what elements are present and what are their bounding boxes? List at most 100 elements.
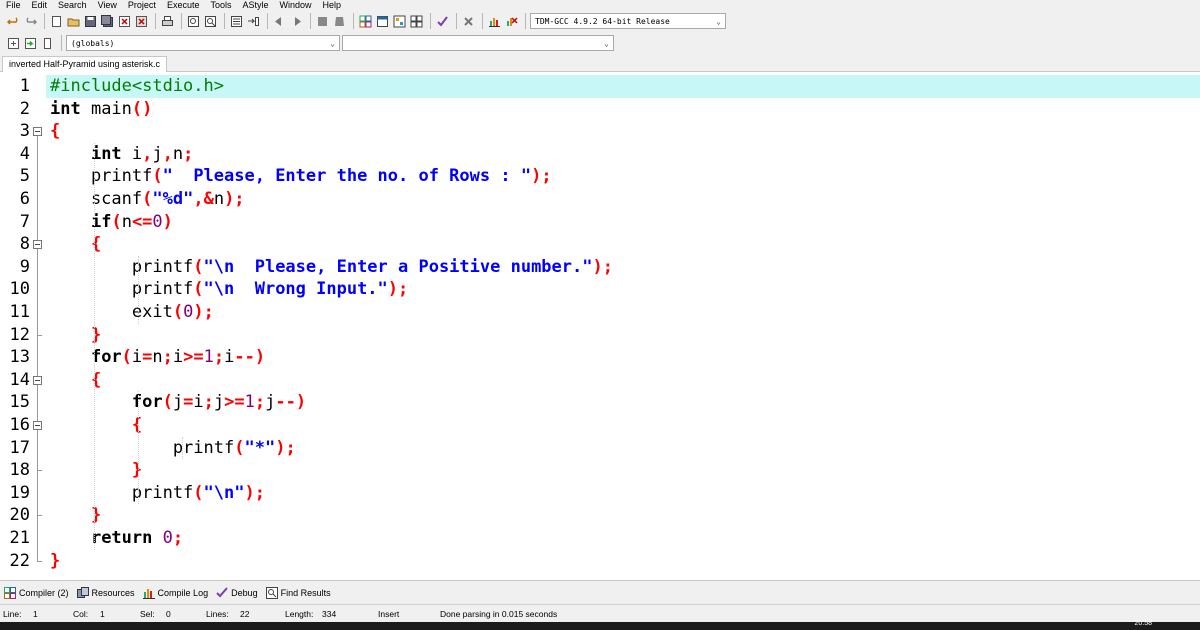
code-token: i [172,347,184,368]
code-token: 0 [183,302,194,322]
resources-icon [76,586,89,599]
code-token: 0 [162,528,173,548]
save-all-icon[interactable] [100,14,115,29]
code-token: ); [387,279,409,300]
open-file-icon[interactable] [66,14,81,29]
code-token: --) [234,347,266,368]
code-token: >= [183,347,204,368]
code-token: { [90,369,102,390]
fold-guide [37,249,38,336]
replace-icon[interactable] [203,14,218,29]
tab-find-results[interactable]: Find Results [265,586,331,599]
line-number: 9 [19,256,30,277]
goto-line-icon[interactable] [229,14,244,29]
menu-item-window[interactable]: Window [280,0,312,10]
fold-toggle-icon[interactable] [33,127,42,137]
code-line[interactable]: printf(" Please, Enter the no. of Rows :… [50,165,552,188]
code-token: ); [224,189,245,209]
menu-item-edit[interactable]: Edit [32,0,48,10]
toolbar-separator [44,13,45,29]
delete-profile-icon[interactable] [504,14,519,29]
menu-item-help[interactable]: Help [323,0,342,10]
code-line[interactable]: int main() [50,98,152,121]
tab-file[interactable]: inverted Half-Pyramid using asterisk.c [2,56,168,72]
close-file-icon[interactable] [117,14,132,29]
code-line[interactable]: #include<stdio.h> [50,75,224,98]
next-bookmark-icon[interactable] [289,14,304,29]
find-icon[interactable] [186,14,201,29]
code-token: --) [275,392,307,413]
tab-compile-log[interactable]: Compile Log [142,587,209,599]
fold-toggle-icon[interactable] [33,240,42,250]
menu-item-file[interactable]: File [6,0,21,10]
code-text-area[interactable]: #include<stdio.h> int main(){ int i,j,n; … [46,72,1200,580]
tab-compiler[interactable]: Compiler (2) [4,586,69,599]
code-token: printf [50,437,235,458]
run-icon[interactable] [375,14,390,29]
indent-icon[interactable] [246,14,261,29]
code-line[interactable]: printf("\n"); [50,482,265,505]
code-line[interactable]: printf("*"); [50,437,296,460]
redo-icon[interactable] [23,14,38,29]
toolbar-separator [181,13,182,29]
compile-run-icon[interactable] [392,14,407,29]
tab-compile-log-label: Compile Log [157,587,209,598]
code-line[interactable]: exit(0); [50,301,214,324]
menu-item-astyle[interactable]: AStyle [242,0,268,10]
menu-item-project[interactable]: Project [128,0,156,10]
tab-debug[interactable]: Debug [216,586,258,599]
toggle-goto-icon[interactable] [23,36,38,51]
code-token: { [90,234,102,255]
toolbar-separator [430,13,431,29]
code-token: = [183,392,194,413]
code-token: i [121,143,143,164]
line-number: 19 [9,482,30,503]
compiler-select[interactable]: TDM-GCC 4.9.2 64-bit Release ⌄ [530,13,726,29]
new-file-icon[interactable] [49,14,64,29]
code-editor[interactable]: 1 2 3 4 5 6 7 8 9 10 11 12 13 14 15 16 17 18 19 20 21 22 #inc… [0,72,1200,580]
insert-icon[interactable] [6,36,21,51]
code-line[interactable]: { [50,120,60,143]
fold-toggle-icon[interactable] [33,421,42,430]
close-all-icon[interactable] [134,14,149,29]
members-select[interactable]: ⌄ [342,35,614,51]
code-line[interactable]: for(j=i;j>=1;j--) [50,391,306,414]
compile-icon[interactable] [358,14,373,29]
code-line[interactable]: printf("\n Wrong Input."); [50,278,408,301]
code-line[interactable]: } [50,550,60,573]
code-line[interactable]: { [50,414,142,437]
code-line[interactable]: printf("\n Please, Enter a Positive numb… [50,256,613,279]
fold-end-marker [37,334,42,336]
code-line[interactable]: for(i=n;i>=1;i--) [50,346,265,369]
profile-icon[interactable] [487,14,502,29]
line-number: 14 [9,369,30,390]
globals-select[interactable]: (globals) ⌄ [66,35,340,51]
undo-icon[interactable] [6,14,21,29]
toolbar-separator [61,35,62,51]
status-col-label: Col: [73,609,89,619]
code-line[interactable]: int i,j,n; [50,143,193,166]
goto-declaration-icon[interactable] [40,36,55,51]
syntax-check-icon[interactable] [435,14,450,29]
status-lines-label: Lines: [206,609,229,619]
menu-item-execute[interactable]: Execute [167,0,200,10]
print-icon[interactable] [160,14,175,29]
save-icon[interactable] [83,14,98,29]
menu-item-tools[interactable]: Tools [210,0,231,10]
rebuild-all-icon[interactable] [409,14,424,29]
code-line[interactable]: return 0; [50,527,183,550]
comment-icon[interactable] [315,14,330,29]
code-line[interactable]: if(n<=0) [50,211,173,234]
code-line[interactable]: } [50,459,142,482]
tab-resources[interactable]: Resources [76,586,135,599]
menu-item-view[interactable]: View [98,0,117,10]
fold-toggle-icon[interactable] [33,375,42,385]
code-line[interactable]: scanf("%d",&n); [50,188,245,211]
stop-execution-icon[interactable] [461,14,476,29]
toggle-bookmark-icon[interactable] [272,14,287,29]
status-bar: Line: 1 Col: 1 Sel: 0 Lines: 22 Length: … [0,604,1200,622]
menu-item-search[interactable]: Search [58,0,87,10]
uncomment-icon[interactable] [332,14,347,29]
